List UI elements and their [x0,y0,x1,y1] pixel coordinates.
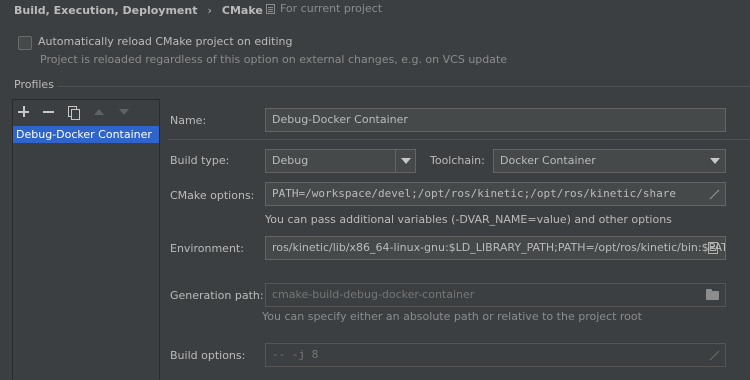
environment-label: Environment: [170,242,244,255]
generation-path-label: Generation path: [170,289,264,302]
profiles-title: Profiles [14,78,54,91]
build-options-field[interactable]: -- -j 8 [265,343,726,367]
toolchain-value: Docker Container [500,154,596,167]
chevron-down-icon[interactable] [395,150,415,172]
auto-reload-checkbox[interactable] [18,36,32,50]
breadcrumb-page: CMake [221,3,263,17]
cmake-options-label: CMake options: [170,189,255,202]
build-options-placeholder: -- -j 8 [272,348,319,361]
name-label: Name: [170,114,207,127]
move-up-icon[interactable] [91,104,107,120]
environment-field[interactable]: ros/kinetic/lib/x86_64-linux-gnu:$LD_LIB… [265,236,726,260]
project-icon [266,3,275,14]
environment-value: ros/kinetic/lib/x86_64-linux-gnu:$LD_LIB… [272,241,726,254]
profiles-toolbar [16,102,132,122]
auto-reload-label[interactable]: Automatically reload CMake project on ed… [38,35,292,48]
name-field[interactable]: Debug-Docker Container [265,108,726,132]
cmake-options-value: PATH=/workspace/devel;/opt/ros/kinetic;/… [272,187,676,200]
build-type-value: Debug [272,154,309,167]
breadcrumb-separator: › [207,3,212,17]
toolchain-label: Toolchain: [430,154,485,167]
edit-document-icon[interactable] [708,242,718,254]
cmake-options-hint: You can pass additional variables (-DVAR… [265,213,672,226]
generation-path-hint: You can specify either an absolute path … [262,310,642,323]
build-type-select[interactable]: Debug [265,149,416,173]
generation-path-placeholder: cmake-build-debug-docker-container [272,288,475,301]
folder-icon[interactable] [706,289,719,300]
breadcrumb-section[interactable]: Build, Execution, Deployment [14,4,197,17]
add-icon[interactable] [16,104,32,120]
expand-icon[interactable] [708,189,719,200]
copy-icon[interactable] [66,104,82,120]
scope-label: For current project [280,2,383,15]
build-type-label: Build type: [170,154,230,167]
cmake-options-field[interactable]: PATH=/workspace/devel;/opt/ros/kinetic;/… [265,182,726,206]
build-options-label: Build options: [170,349,246,362]
expand-icon[interactable] [708,350,719,361]
profile-item[interactable]: Debug-Docker Container [13,126,159,143]
remove-icon[interactable] [41,104,57,120]
scope-indicator: For current project [266,2,382,15]
breadcrumb: Build, Execution, Deployment › CMake [14,2,263,18]
move-down-icon[interactable] [116,104,132,120]
auto-reload-hint: Project is reloaded regardless of this o… [40,53,508,66]
profiles-divider [58,86,750,87]
chevron-down-icon[interactable] [705,150,725,172]
toolchain-select[interactable]: Docker Container [493,149,726,173]
form-divider [168,139,750,140]
generation-path-field[interactable]: cmake-build-debug-docker-container [265,283,726,307]
